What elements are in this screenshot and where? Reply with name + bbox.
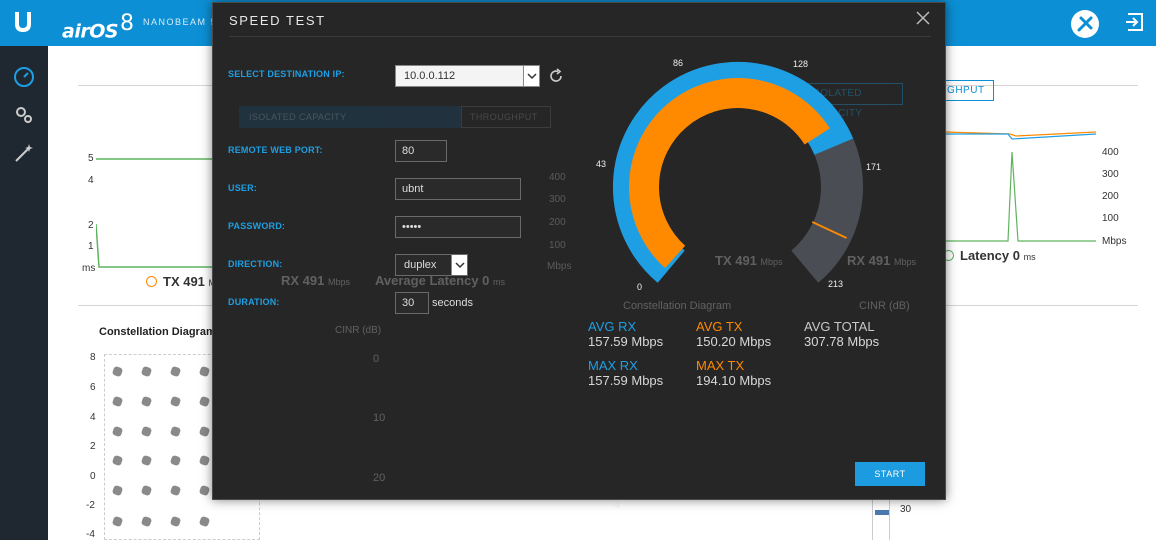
axis-label: 0 — [373, 353, 380, 365]
user-label: USER: — [228, 183, 258, 193]
password-input[interactable] — [395, 216, 521, 238]
password-label: PASSWORD: — [228, 221, 286, 231]
title-divider — [229, 36, 931, 37]
direction-label: DIRECTION: — [228, 259, 283, 269]
scale-label: 43 — [596, 159, 607, 169]
axis-label: 100 — [549, 240, 566, 251]
avg-rx-stat: AVG RX 157.59 Mbps — [588, 320, 663, 350]
axis-label: -4 — [611, 500, 620, 511]
scale-label: 128 — [793, 59, 809, 69]
direction-value: duplex — [404, 259, 437, 271]
max-tx-label: MAX TX — [696, 358, 745, 373]
avg-rx-label: AVG RX — [588, 319, 637, 334]
scale-label: 171 — [866, 162, 882, 172]
duration-input[interactable] — [395, 292, 429, 314]
scale-label: 86 — [673, 58, 684, 68]
ghost-cinr-title: CINR (dB) — [335, 325, 382, 336]
max-tx-value: 194.10 Mbps — [696, 373, 772, 388]
axis-label: 10 — [373, 412, 386, 424]
duration-label: DURATION: — [228, 297, 280, 307]
speed-test-dialog: SPEED TEST ISOLATED CAPACITY THROUGHPUT … — [212, 2, 946, 511]
direction-select[interactable]: duplex — [395, 254, 468, 276]
unit: ms — [493, 277, 506, 287]
avg-tx-stat: AVG TX 150.20 Mbps — [696, 320, 771, 350]
dest-ip-select[interactable]: 10.0.0.112 — [395, 65, 540, 87]
gauge-tx-arc — [629, 78, 830, 269]
axis-label: Mbps — [547, 261, 572, 272]
unit: Mbps — [328, 277, 351, 287]
axis-label: 200 — [549, 217, 566, 228]
axis-label: 20 — [373, 472, 386, 484]
user-input[interactable] — [395, 178, 521, 200]
avg-rx-value: 157.59 Mbps — [588, 334, 664, 349]
avg-tx-value: 150.20 Mbps — [696, 334, 772, 349]
dialog-title: SPEED TEST — [229, 13, 326, 28]
avg-total-label: AVG TOTAL — [804, 319, 875, 334]
chevron-down-icon — [451, 255, 467, 275]
scale-label: 0 — [637, 282, 643, 292]
axis-label: 400 — [549, 172, 566, 183]
port-input[interactable] — [395, 140, 447, 162]
avg-tx-label: AVG TX — [696, 319, 743, 334]
port-label: REMOTE WEB PORT: — [228, 145, 323, 155]
max-rx-stat: MAX RX 157.59 Mbps — [588, 359, 663, 389]
ghost-legend-rx: RX 491 Mbps — [281, 273, 350, 288]
modal-overlay: SPEED TEST ISOLATED CAPACITY THROUGHPUT … — [0, 0, 1156, 540]
axis-label: 300 — [549, 194, 566, 205]
max-rx-label: MAX RX — [588, 358, 638, 373]
avg-total-stat: AVG TOTAL 307.78 Mbps — [804, 320, 879, 350]
scale-label: 213 — [828, 279, 844, 289]
ghost-tab-isolated: ISOLATED CAPACITY — [239, 106, 461, 128]
legend-rx: RX 491 — [281, 273, 325, 288]
refresh-icon[interactable] — [547, 67, 565, 85]
dest-ip-label: SELECT DESTINATION IP: — [228, 69, 345, 79]
speed-gauge — [612, 62, 863, 283]
dest-ip-value: 10.0.0.112 — [404, 70, 456, 82]
max-rx-value: 157.59 Mbps — [588, 373, 664, 388]
close-icon[interactable] — [915, 10, 931, 26]
start-button[interactable]: START — [855, 462, 925, 486]
ghost-tab-throughput: THROUGHPUT — [461, 106, 551, 128]
duration-unit: seconds — [432, 297, 473, 309]
max-tx-stat: MAX TX 194.10 Mbps — [696, 359, 771, 389]
unit: Mbps — [894, 257, 917, 267]
chevron-down-icon — [523, 66, 539, 86]
avg-total-value: 307.78 Mbps — [804, 334, 880, 349]
